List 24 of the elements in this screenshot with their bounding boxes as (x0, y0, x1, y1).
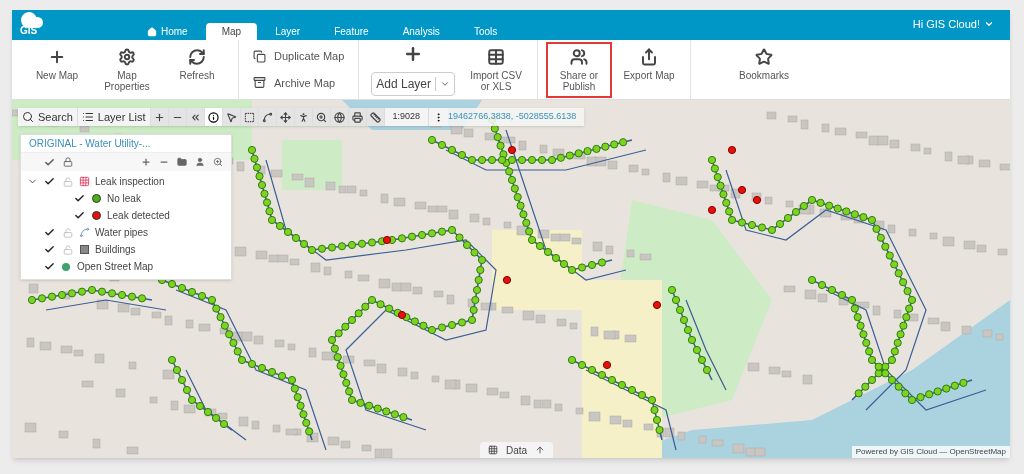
ribbon-button[interactable]: Map Properties (94, 41, 160, 98)
layer-name[interactable]: Buildings (95, 242, 136, 257)
data-tab[interactable]: Data (480, 442, 554, 458)
layer-name[interactable]: Water pipes (95, 225, 148, 240)
map-coordinates: 19462766.3838, -5028555.6138 (448, 108, 585, 126)
map-attribution: Powered by GIS Cloud — OpenStreetMap (851, 446, 1010, 458)
layer-name[interactable]: Leak inspection (95, 174, 165, 189)
ribbon-button[interactable]: Import CSV or XLS (463, 41, 530, 98)
layer-name[interactable]: No leak (107, 191, 141, 206)
layer-name[interactable]: Leak detected (107, 208, 170, 223)
ribbon-button[interactable]: Archive Map (247, 71, 342, 94)
ribbon-button[interactable]: Duplicate Map (247, 45, 351, 68)
nav-tab[interactable]: Map (205, 23, 258, 40)
layer-list-button[interactable]: Layer List (77, 108, 151, 126)
ribbon-button[interactable]: New Map (24, 41, 90, 98)
map-view[interactable]: Search Layer List 1:9028 19462766.3838, -5028555.6138 ORIGINAL - Water Utility-... Leak inspection No leak Leak detected Water pipes Buildings Open Street Map Data Powered by GIS Cloud — OpenStreetMap (12, 100, 1010, 458)
ribbon-button[interactable]: Share or Publish (546, 41, 613, 98)
ribbon-button[interactable]: Export Map (616, 41, 683, 98)
search-button[interactable]: Search (18, 108, 78, 126)
layer-name[interactable]: Open Street Map (77, 259, 154, 274)
add-layer-dropdown[interactable]: Add Layer (371, 71, 456, 96)
ribbon-button[interactable]: Refresh (164, 41, 230, 98)
ribbon-button[interactable]: Bookmarks (731, 41, 798, 98)
map-scale: 1:9028 (384, 108, 430, 126)
